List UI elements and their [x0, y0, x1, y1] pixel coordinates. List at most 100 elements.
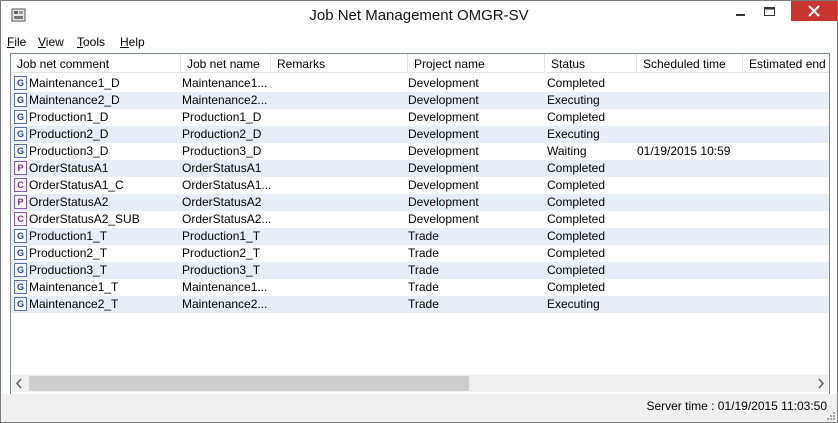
table-row[interactable]: G Production1_D Production1_D Development Co… [11, 109, 829, 126]
cell-comment: OrderStatusA2_SUB [29, 212, 140, 226]
cell-comment: Maintenance1_D [29, 76, 120, 90]
cell-status: Completed [547, 263, 606, 277]
server-time: Server time : 01/19/2015 11:03:50 [646, 399, 827, 413]
cell-comment: Production3_T [29, 263, 108, 277]
group-jobnet-icon: G [14, 144, 27, 158]
cell-project: Development [408, 161, 479, 175]
cell-name: Maintenance1... [182, 76, 268, 90]
cell-project: Trade [408, 263, 439, 277]
cell-name: Production3_D [182, 144, 262, 158]
column-header-project[interactable]: Project name [408, 54, 545, 73]
column-header-remarks[interactable]: Remarks [271, 54, 408, 73]
table-row[interactable]: P OrderStatusA1 OrderStatusA1 Development Co… [11, 160, 829, 177]
window-title: Job Net Management OMGR-SV [309, 7, 529, 24]
resize-grip-icon[interactable] [825, 410, 835, 420]
group-jobnet-icon: G [14, 246, 27, 260]
menu-tools[interactable]: Tools [77, 35, 105, 49]
cell-name: Production3_T [182, 263, 261, 277]
cell-project: Development [408, 212, 479, 226]
cell-name: Production1_T [182, 229, 261, 243]
table-row[interactable]: G Production3_T Production3_T Trade Complete… [11, 262, 829, 279]
column-header-name[interactable]: Job net name [181, 54, 271, 73]
table-row[interactable]: G Production3_D Production3_D Development Wa… [11, 143, 829, 160]
parent-jobnet-icon: P [14, 161, 27, 175]
cell-comment: OrderStatusA1_C [29, 178, 124, 192]
cell-name: OrderStatusA1... [182, 178, 272, 192]
group-jobnet-icon: G [14, 93, 27, 107]
cell-status: Completed [547, 212, 606, 226]
child-jobnet-icon: C [14, 178, 27, 192]
group-jobnet-icon: G [14, 127, 27, 141]
cell-comment: Production3_D [29, 144, 109, 158]
scroll-left-icon[interactable] [11, 375, 28, 392]
column-header-status[interactable]: Status [545, 54, 637, 73]
horizontal-scrollbar[interactable] [11, 375, 829, 392]
cell-name: OrderStatusA2... [182, 212, 272, 226]
main-window: Job Net Management OMGR-SV File View Too… [0, 0, 838, 423]
cell-status: Completed [547, 246, 606, 260]
group-jobnet-icon: G [14, 110, 27, 124]
table-row[interactable]: G Maintenance2_D Maintenance2... Developmen… [11, 92, 829, 109]
minimize-button[interactable] [726, 1, 755, 23]
table-row[interactable]: C OrderStatusA2_SUB OrderStatusA2... Develo… [11, 211, 829, 228]
maximize-button[interactable] [755, 1, 784, 23]
cell-status: Waiting [547, 144, 587, 158]
scroll-right-icon[interactable] [812, 375, 829, 392]
cell-name: Maintenance1... [182, 280, 268, 294]
table-row[interactable]: G Maintenance2_T Maintenance2... Trade Execu… [11, 296, 829, 313]
group-jobnet-icon: G [14, 280, 27, 294]
cell-project: Trade [408, 246, 439, 260]
close-button[interactable] [791, 1, 837, 21]
cell-project: Trade [408, 280, 439, 294]
group-jobnet-icon: G [14, 263, 27, 277]
cell-comment: OrderStatusA2 [29, 195, 109, 209]
column-header-comment[interactable]: Job net comment [11, 54, 181, 73]
group-jobnet-icon: G [14, 76, 27, 90]
cell-status: Completed [547, 229, 606, 243]
cell-status: Completed [547, 280, 606, 294]
title-bar[interactable]: Job Net Management OMGR-SV [1, 1, 837, 32]
table-row[interactable]: G Maintenance1_D Maintenance1... Developmen… [11, 75, 829, 92]
table-row[interactable]: G Production2_D Production2_D Development Ex… [11, 126, 829, 143]
cell-comment: Maintenance2_D [29, 93, 120, 107]
cell-project: Trade [408, 229, 439, 243]
group-jobnet-icon: G [14, 229, 27, 243]
table-row[interactable]: G Production2_T Production2_T Trade Complete… [11, 245, 829, 262]
cell-status: Executing [547, 127, 600, 141]
cell-project: Development [408, 144, 479, 158]
child-jobnet-icon: C [14, 212, 27, 226]
cell-project: Development [408, 195, 479, 209]
table-row[interactable]: G Maintenance1_T Maintenance1... Trade Compl… [11, 279, 829, 296]
cell-project: Development [408, 76, 479, 90]
list-body: G Maintenance1_D Maintenance1... Developmen… [11, 75, 829, 313]
menu-file[interactable]: File [7, 35, 26, 49]
close-icon [808, 5, 820, 17]
cell-status: Completed [547, 161, 606, 175]
menu-help[interactable]: Help [120, 35, 145, 49]
job-net-list[interactable]: Job net comment Job net name Remarks Pro… [10, 53, 830, 395]
group-jobnet-icon: G [14, 297, 27, 311]
cell-name: OrderStatusA2 [182, 195, 262, 209]
parent-jobnet-icon: P [14, 195, 27, 209]
cell-comment: Production1_T [29, 229, 108, 243]
cell-name: Maintenance2... [182, 297, 268, 311]
cell-project: Development [408, 110, 479, 124]
cell-comment: Production1_D [29, 110, 109, 124]
cell-comment: Production2_D [29, 127, 109, 141]
table-row[interactable]: G Production1_T Production1_T Trade Complete… [11, 228, 829, 245]
menu-view[interactable]: View [38, 35, 64, 49]
cell-status: Completed [547, 178, 606, 192]
cell-name: Production2_T [182, 246, 261, 260]
table-row[interactable]: P OrderStatusA2 OrderStatusA2 Development Co… [11, 194, 829, 211]
cell-status: Completed [547, 195, 606, 209]
cell-comment: Maintenance2_T [29, 297, 119, 311]
cell-comment: Production2_T [29, 246, 108, 260]
cell-status: Executing [547, 297, 600, 311]
column-header-scheduled[interactable]: Scheduled time [637, 54, 743, 73]
table-row[interactable]: C OrderStatusA1_C OrderStatusA1... Developm… [11, 177, 829, 194]
scroll-thumb[interactable] [29, 376, 469, 391]
cell-project: Trade [408, 297, 439, 311]
column-header-estimated-end[interactable]: Estimated end t [743, 54, 829, 73]
cell-project: Development [408, 178, 479, 192]
cell-comment: OrderStatusA1 [29, 161, 109, 175]
